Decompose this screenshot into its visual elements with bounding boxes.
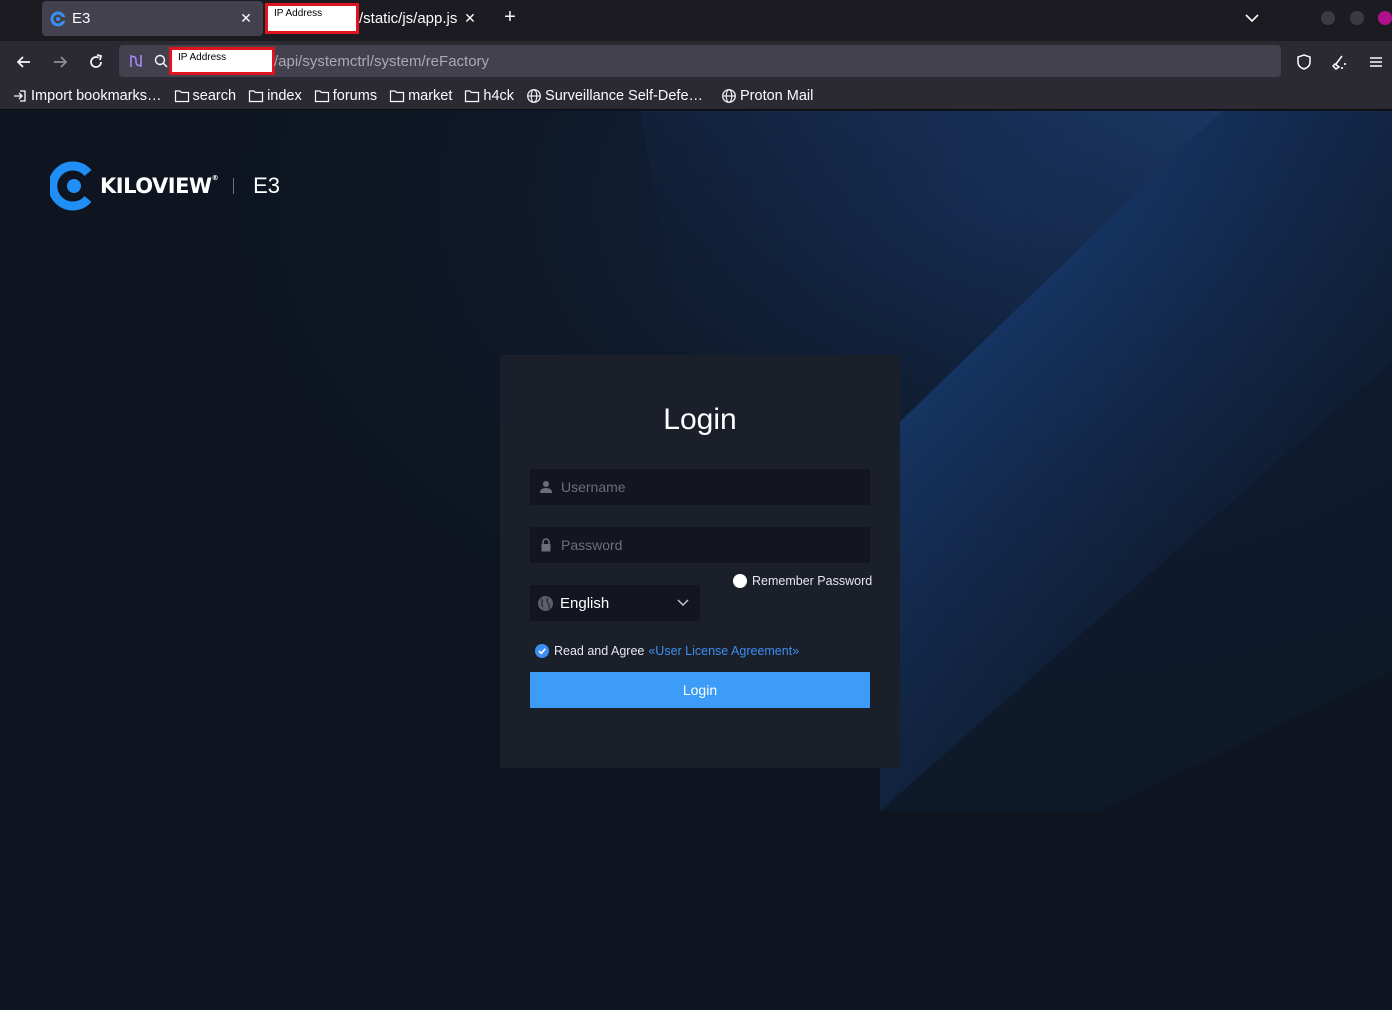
user-icon xyxy=(540,481,552,493)
bookmark-proton-mail[interactable]: Proton Mail xyxy=(721,88,813,104)
tab-bar: E3 ✕ IP Address /static/js/app.js ✕ + xyxy=(0,0,1392,41)
folder-icon xyxy=(248,90,264,103)
lock-icon xyxy=(541,538,551,552)
menu-icon[interactable] xyxy=(1366,52,1386,72)
folder-icon xyxy=(465,90,480,103)
url-text[interactable]: /api/systemctrl/system/reFactory xyxy=(274,53,489,70)
model-name: E3 xyxy=(253,173,281,198)
bookmark-label: index xyxy=(267,88,302,104)
globe-icon xyxy=(527,89,541,103)
bookmark-folder-index[interactable]: index xyxy=(248,88,302,104)
tab-app-js[interactable]: IP Address /static/js/app.js ✕ xyxy=(265,1,487,36)
remember-password-label: Remember Password xyxy=(752,574,873,588)
chevron-down-icon xyxy=(677,599,689,606)
tab-e3[interactable]: E3 ✕ xyxy=(42,1,263,36)
search-icon xyxy=(154,54,168,68)
navigation-bar: IP Address /api/systemctrl/system/reFact… xyxy=(0,41,1392,83)
brand-logo-text: KILOVIEW xyxy=(100,174,212,198)
bookmark-label: Surveillance Self-Defe… xyxy=(545,88,704,104)
new-tab-icon[interactable]: + xyxy=(499,6,521,28)
login-title: Login xyxy=(663,403,737,436)
forward-arrow-icon[interactable] xyxy=(50,52,70,72)
maximize-button[interactable] xyxy=(1350,11,1364,25)
password-input[interactable] xyxy=(561,537,861,553)
bookmark-label: Import bookmarks… xyxy=(31,88,162,104)
user-license-agreement-link[interactable]: «User License Agreement» xyxy=(648,644,799,658)
bookmark-folder-h4ck[interactable]: h4ck xyxy=(464,88,514,104)
checkmark-icon xyxy=(538,648,546,655)
tab-title: /static/js/app.js xyxy=(359,10,458,27)
language-value: English xyxy=(560,594,610,612)
bookmark-folder-search[interactable]: search xyxy=(174,88,237,104)
login-card: Login Remember Password English xyxy=(500,355,900,768)
tab-close-icon[interactable]: ✕ xyxy=(461,9,479,27)
import-icon xyxy=(14,90,26,102)
username-input[interactable] xyxy=(561,479,861,495)
url-bar[interactable]: IP Address /api/systemctrl/system/reFact… xyxy=(119,45,1281,77)
kiloview-logo-icon xyxy=(50,161,92,211)
folder-icon xyxy=(389,90,405,103)
bookmark-label: market xyxy=(408,88,453,104)
extension-icon[interactable] xyxy=(128,53,144,69)
brand-header: KILOVIEW® E3 xyxy=(50,161,280,211)
remember-password-radio[interactable] xyxy=(733,574,747,588)
globe-icon xyxy=(538,595,553,611)
password-field[interactable] xyxy=(530,527,870,563)
shield-icon[interactable] xyxy=(1294,52,1314,72)
kiloview-favicon-icon xyxy=(50,11,66,26)
bookmark-folder-market[interactable]: market xyxy=(389,88,452,104)
tab-title: E3 xyxy=(72,10,91,27)
bookmark-folder-forums[interactable]: forums xyxy=(314,88,377,104)
window-close-button[interactable] xyxy=(1378,11,1392,25)
bookmarks-bar: Import bookmarks… search index forums ma… xyxy=(0,83,1392,110)
brand-divider xyxy=(233,178,235,194)
language-select[interactable]: English xyxy=(530,585,700,621)
bookmark-surveillance-self-defense[interactable]: Surveillance Self-Defe… xyxy=(526,88,703,104)
clean-brush-icon[interactable] xyxy=(1330,52,1350,72)
bookmark-label: Proton Mail xyxy=(740,88,814,104)
bookmark-label: search xyxy=(192,88,237,104)
registered-mark: ® xyxy=(211,174,219,182)
remember-password[interactable]: Remember Password xyxy=(733,574,872,588)
globe-icon xyxy=(722,89,736,103)
bookmark-label: forums xyxy=(332,88,378,104)
back-arrow-icon[interactable] xyxy=(14,52,34,72)
agree-checkbox[interactable] xyxy=(535,644,549,658)
login-button[interactable]: Login xyxy=(530,672,870,708)
redacted-ip-label: IP Address xyxy=(169,47,275,75)
chevron-down-icon[interactable] xyxy=(1243,9,1261,27)
tab-close-icon[interactable]: ✕ xyxy=(237,9,255,27)
redacted-ip-label: IP Address xyxy=(265,3,359,34)
agree-label: Read and Agree xyxy=(554,644,645,658)
license-agreement-row: Read and Agree «User License Agreement» xyxy=(535,644,799,658)
reload-icon[interactable] xyxy=(86,52,106,72)
folder-icon xyxy=(174,90,189,103)
brand-name: KILOVIEW® xyxy=(100,174,219,198)
bookmark-label: h4ck xyxy=(483,88,515,104)
folder-icon xyxy=(314,90,329,103)
bookmark-import[interactable]: Import bookmarks… xyxy=(12,88,162,104)
minimize-button[interactable] xyxy=(1321,11,1335,25)
username-field[interactable] xyxy=(530,469,870,505)
login-page: KILOVIEW® E3 Login Remember Password xyxy=(0,111,1392,1010)
